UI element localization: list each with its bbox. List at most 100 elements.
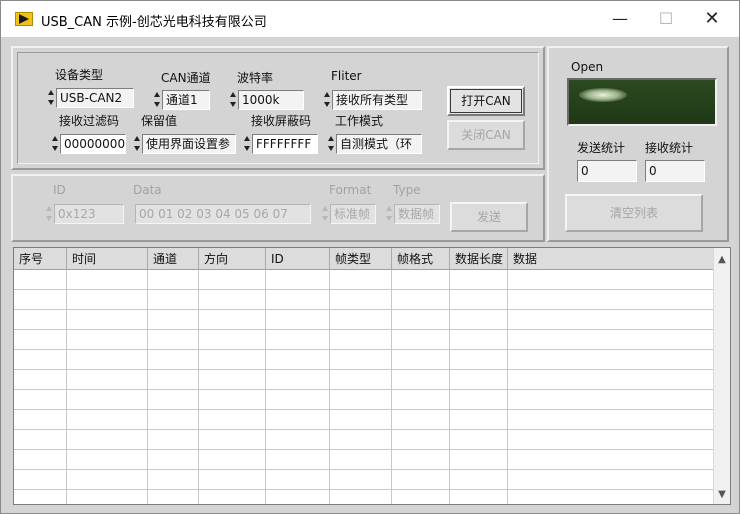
can-channel-control[interactable]: 通道1 [153,90,211,110]
acc-code-field[interactable]: 00000000 [60,134,126,154]
filter-spinner[interactable] [323,90,331,110]
can-channel-label: CAN通道 [161,71,211,85]
filter-field[interactable]: 接收所有类型 [332,90,422,110]
table-cell [66,430,67,450]
table-row[interactable] [14,350,714,370]
device-type-control[interactable]: USB-CAN2 [47,88,134,108]
config-panel: 设备类型 USB-CAN2 CAN通道 通道1 波特率 1000k Fliter… [11,46,545,170]
clear-list-button[interactable]: 清空列表 [565,194,703,232]
device-type-label: 设备类型 [55,68,104,82]
send-id-field[interactable]: 0x123 [54,204,124,224]
send-id-spinner[interactable] [45,204,53,224]
acc-mask-label: 接收屏蔽码 [251,114,312,128]
send-type-label: Type [393,183,421,197]
send-type-field[interactable]: 数据帧 [394,204,440,224]
send-format-field[interactable]: 标准帧 [330,204,376,224]
table-row[interactable] [14,310,714,330]
send-format-control[interactable]: 标准帧 [321,204,377,224]
table-cell [147,430,148,450]
table-cell [449,290,450,310]
table-row[interactable] [14,270,714,290]
work-mode-control[interactable]: 自测模式（环 [327,134,423,154]
table-row[interactable] [14,410,714,430]
maximize-button[interactable]: ☐ [643,1,689,37]
table-cell [265,470,266,490]
reserved-control[interactable]: 使用界面设置参 [133,134,237,154]
send-id-label: ID [53,183,66,197]
table-cell [66,390,67,410]
table-cell [449,470,450,490]
table-row[interactable] [14,470,714,490]
table-row[interactable] [14,330,714,350]
baud-rate-spinner[interactable] [229,90,237,110]
table-cell [147,350,148,370]
table-cell [329,490,330,504]
table-cell [449,330,450,350]
table-scrollbar[interactable]: ▲ ▼ [713,248,730,504]
acc-mask-control[interactable]: FFFFFFFF [243,134,319,154]
table-cell [198,470,199,490]
table-cell [265,490,266,504]
table-cell [147,330,148,350]
acc-mask-spinner[interactable] [243,134,251,154]
table-row[interactable] [14,290,714,310]
reserved-field[interactable]: 使用界面设置参 [142,134,236,154]
table-cell [66,330,67,350]
acc-code-spinner[interactable] [51,134,59,154]
table-cell [449,370,450,390]
close-button[interactable]: ✕ [689,1,735,37]
table-cell [391,370,392,390]
device-type-field[interactable]: USB-CAN2 [56,88,134,108]
table-body [14,270,714,504]
table-cell [329,450,330,470]
table-row[interactable] [14,490,714,504]
open-can-button[interactable]: 打开CAN [447,86,525,116]
scroll-down-icon[interactable]: ▼ [714,486,730,503]
table-row[interactable] [14,450,714,470]
table-cell [391,350,392,370]
column-header: 帧格式 [392,248,450,270]
column-header: 数据 [513,252,538,266]
table-cell [147,270,148,290]
acc-mask-field[interactable]: FFFFFFFF [252,134,318,154]
work-mode-spinner[interactable] [327,134,335,154]
message-table[interactable]: 序号 时间 通道 方向 ID 帧类型 帧格式 数据长度 数据 ▲ ▼ [13,247,731,505]
open-indicator-led [567,78,717,126]
acc-code-control[interactable]: 00000000 [51,134,127,154]
table-cell [147,470,148,490]
send-format-label: Format [329,183,372,197]
table-cell [507,310,508,330]
column-header: 帧类型 [330,248,392,270]
table-cell [329,270,330,290]
baud-rate-control[interactable]: 1000k [229,90,305,110]
table-cell [147,310,148,330]
table-cell [265,390,266,410]
table-cell [329,370,330,390]
send-id-control[interactable]: 0x123 [45,204,125,224]
send-type-control[interactable]: 数据帧 [385,204,441,224]
status-panel: Open 发送统计 0 接收统计 0 清空列表 [547,46,729,242]
table-row[interactable] [14,390,714,410]
scroll-up-icon[interactable]: ▲ [714,251,730,268]
work-mode-field[interactable]: 自测模式（环 [336,134,422,154]
close-can-button[interactable]: 关闭CAN [447,120,525,150]
can-channel-field[interactable]: 通道1 [162,90,210,110]
table-cell [329,410,330,430]
table-cell [449,310,450,330]
filter-control[interactable]: 接收所有类型 [323,90,423,110]
send-type-spinner[interactable] [385,204,393,224]
table-cell [507,270,508,290]
device-type-spinner[interactable] [47,88,55,108]
table-row[interactable] [14,370,714,390]
table-cell [391,390,392,410]
reserved-spinner[interactable] [133,134,141,154]
table-cell [198,290,199,310]
send-button[interactable]: 发送 [450,202,528,232]
table-row[interactable] [14,430,714,450]
can-channel-spinner[interactable] [153,90,161,110]
minimize-button[interactable]: — [597,1,643,37]
baud-rate-field[interactable]: 1000k [238,90,304,110]
send-data-field[interactable]: 00 01 02 03 04 05 06 07 [135,204,311,224]
table-cell [507,350,508,370]
send-format-spinner[interactable] [321,204,329,224]
